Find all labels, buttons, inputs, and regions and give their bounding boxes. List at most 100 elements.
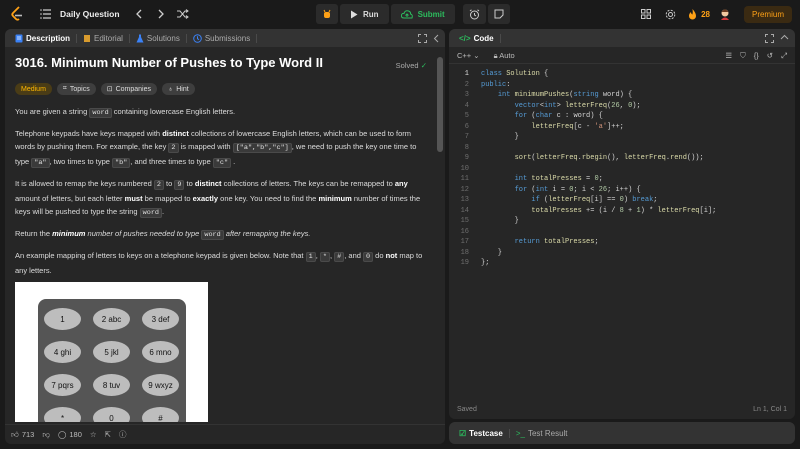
tab-label: Submissions xyxy=(204,33,251,43)
auto-mode[interactable]: 🔒︎ Auto xyxy=(494,51,515,61)
difficulty-badge[interactable]: Medium xyxy=(15,83,52,95)
leetcode-logo-icon[interactable] xyxy=(10,6,24,22)
tab-testcase[interactable]: ☑ Testcase xyxy=(453,428,510,438)
keypad-image: 1 2 abc 3 def 4 ghi 5 jkl 6 mno 7 pqrs 8… xyxy=(15,282,208,422)
keypad-key: 3 def xyxy=(142,308,179,330)
format-icon[interactable]: ☰ xyxy=(725,51,732,61)
line-number: 10 xyxy=(460,164,469,173)
tab-submissions[interactable]: Submissions xyxy=(187,33,258,43)
description-scrollbar[interactable] xyxy=(437,57,443,437)
dislike-button[interactable]: 👎︎ xyxy=(42,430,50,440)
expand-icon[interactable] xyxy=(418,33,427,43)
bug-icon xyxy=(323,9,331,18)
fullscreen-icon[interactable]: ⤢ xyxy=(781,51,787,61)
tab-label: Editorial xyxy=(94,33,123,43)
code-line[interactable]: 18 } xyxy=(449,248,795,259)
like-button[interactable]: 👍︎ 713 xyxy=(11,430,34,440)
save-status: Saved xyxy=(457,406,477,413)
code-footer: Saved Ln 1, Col 1 xyxy=(457,406,787,413)
notes-button[interactable] xyxy=(487,4,510,24)
code-text: vector<int> letterFreq(26, 0); xyxy=(514,101,641,110)
help-button[interactable]: ⓘ xyxy=(119,429,127,440)
code-line[interactable]: 3 int minimumPushes(string word) { xyxy=(449,90,795,101)
tab-test-result[interactable]: >_ Test Result xyxy=(510,429,574,438)
scroll-thumb[interactable] xyxy=(437,57,443,152)
paragraph-4: Return the minimum number of pushes need… xyxy=(15,229,311,240)
code-text: } xyxy=(481,133,519,141)
favorite-button[interactable]: ☆ xyxy=(90,430,97,439)
debug-button[interactable] xyxy=(316,4,338,24)
paragraph-5: An example mapping of letters to keys on… xyxy=(15,251,423,275)
testcase-tabbar: ☑ Testcase >_ Test Result xyxy=(449,422,795,444)
code-line[interactable]: 6 letterFreq[c - 'a']++; xyxy=(449,122,795,133)
keypad-key: 1 xyxy=(44,308,81,330)
companies-tag[interactable]: ⊡ Companies xyxy=(100,83,157,95)
code-line[interactable]: 7 } xyxy=(449,132,795,143)
share-button[interactable]: ⇱ xyxy=(105,430,111,439)
code-line[interactable]: 11 int totalPresses = 0; xyxy=(449,174,795,185)
code-line[interactable]: 17 return totalPresses; xyxy=(449,237,795,248)
comments-button[interactable]: ◯ 180 xyxy=(58,430,82,439)
tab-code[interactable]: </> Code xyxy=(453,33,501,43)
submit-button[interactable]: Submit xyxy=(390,4,455,24)
code-line[interactable]: 1 class Solution { xyxy=(449,69,795,80)
code-line[interactable]: 19}; xyxy=(449,258,795,269)
check-circle-icon: ✓ xyxy=(420,61,427,70)
help-circle-icon: ⓘ xyxy=(118,430,127,439)
code-line[interactable]: 8 xyxy=(449,143,795,154)
line-number: 14 xyxy=(460,206,469,215)
tab-description[interactable]: Description xyxy=(9,33,78,43)
line-number: 1 xyxy=(464,70,469,78)
code-line[interactable]: 2 public: xyxy=(449,80,795,91)
fire-streak-icon[interactable] xyxy=(685,7,699,21)
history-icon xyxy=(193,33,202,43)
line-number: 5 xyxy=(464,112,469,120)
line-number: 9 xyxy=(464,154,469,162)
problem-list-icon[interactable] xyxy=(38,7,52,21)
avatar[interactable] xyxy=(718,7,732,21)
keypad-key: 4 ghi xyxy=(44,341,81,363)
book-icon xyxy=(84,34,91,42)
collapse-chevron-icon[interactable] xyxy=(433,34,439,43)
description-panel: Description Editorial Solutions Submissi… xyxy=(5,29,445,444)
code-text: } xyxy=(481,217,519,225)
streak-count[interactable]: 28 xyxy=(701,10,710,19)
chevron-left-icon[interactable] xyxy=(132,7,146,21)
run-button[interactable]: Run xyxy=(340,4,389,24)
topics-tag[interactable]: ⌗ Topics xyxy=(56,83,96,95)
collapse-chevron-icon[interactable] xyxy=(780,34,789,40)
premium-button[interactable]: Premium xyxy=(743,5,792,23)
chevron-down-icon: ⌄ xyxy=(473,51,480,60)
comment-icon: ◯ xyxy=(57,430,67,439)
code-brackets-icon: </> xyxy=(459,33,471,43)
expand-icon[interactable] xyxy=(765,33,774,43)
code-line[interactable]: 9 sort(letterFreq.rbegin(), letterFreq.r… xyxy=(449,153,795,164)
reset-icon[interactable]: ↺ xyxy=(767,51,773,61)
code-line[interactable]: 4 vector<int> letterFreq(26, 0); xyxy=(449,101,795,112)
lock-icon: 🔒︎ xyxy=(493,50,498,60)
bookmark-icon[interactable]: ⛉ xyxy=(740,51,746,61)
tab-label: Solutions xyxy=(146,33,180,43)
chevron-right-icon[interactable] xyxy=(154,7,168,21)
code-line[interactable]: 13 if (letterFreq[i] == 0) break; xyxy=(449,195,795,206)
braces-icon[interactable]: {} xyxy=(754,51,759,61)
code-line[interactable]: 5 for (char c : word) { xyxy=(449,111,795,122)
hint-tag[interactable]: ♁ Hint xyxy=(162,83,195,95)
tab-solutions[interactable]: Solutions xyxy=(130,33,187,43)
code-text: totalPresses += (i / 8 + 1) * letterFreq… xyxy=(531,206,717,215)
daily-question-title[interactable]: Daily Question xyxy=(60,9,120,19)
code-line[interactable]: 12 for (int i = 0; i < 26; i++) { xyxy=(449,185,795,196)
layout-grid-icon[interactable] xyxy=(639,7,653,21)
keypad-key: 7 pqrs xyxy=(44,374,81,396)
language-select[interactable]: C++ ⌄ xyxy=(457,51,480,60)
code-editor[interactable]: 1 class Solution {2 public: 3 int minimumPu… xyxy=(449,69,795,269)
code-line[interactable]: 14 totalPresses += (i / 8 + 1) * letterF… xyxy=(449,206,795,217)
code-text: }; xyxy=(481,259,490,267)
timer-button[interactable] xyxy=(462,4,486,24)
code-line[interactable]: 10 xyxy=(449,164,795,175)
settings-gear-icon[interactable] xyxy=(663,7,677,21)
code-line[interactable]: 16 xyxy=(449,227,795,238)
code-line[interactable]: 15 } xyxy=(449,216,795,227)
tab-editorial[interactable]: Editorial xyxy=(77,33,130,43)
shuffle-icon[interactable] xyxy=(176,7,190,21)
